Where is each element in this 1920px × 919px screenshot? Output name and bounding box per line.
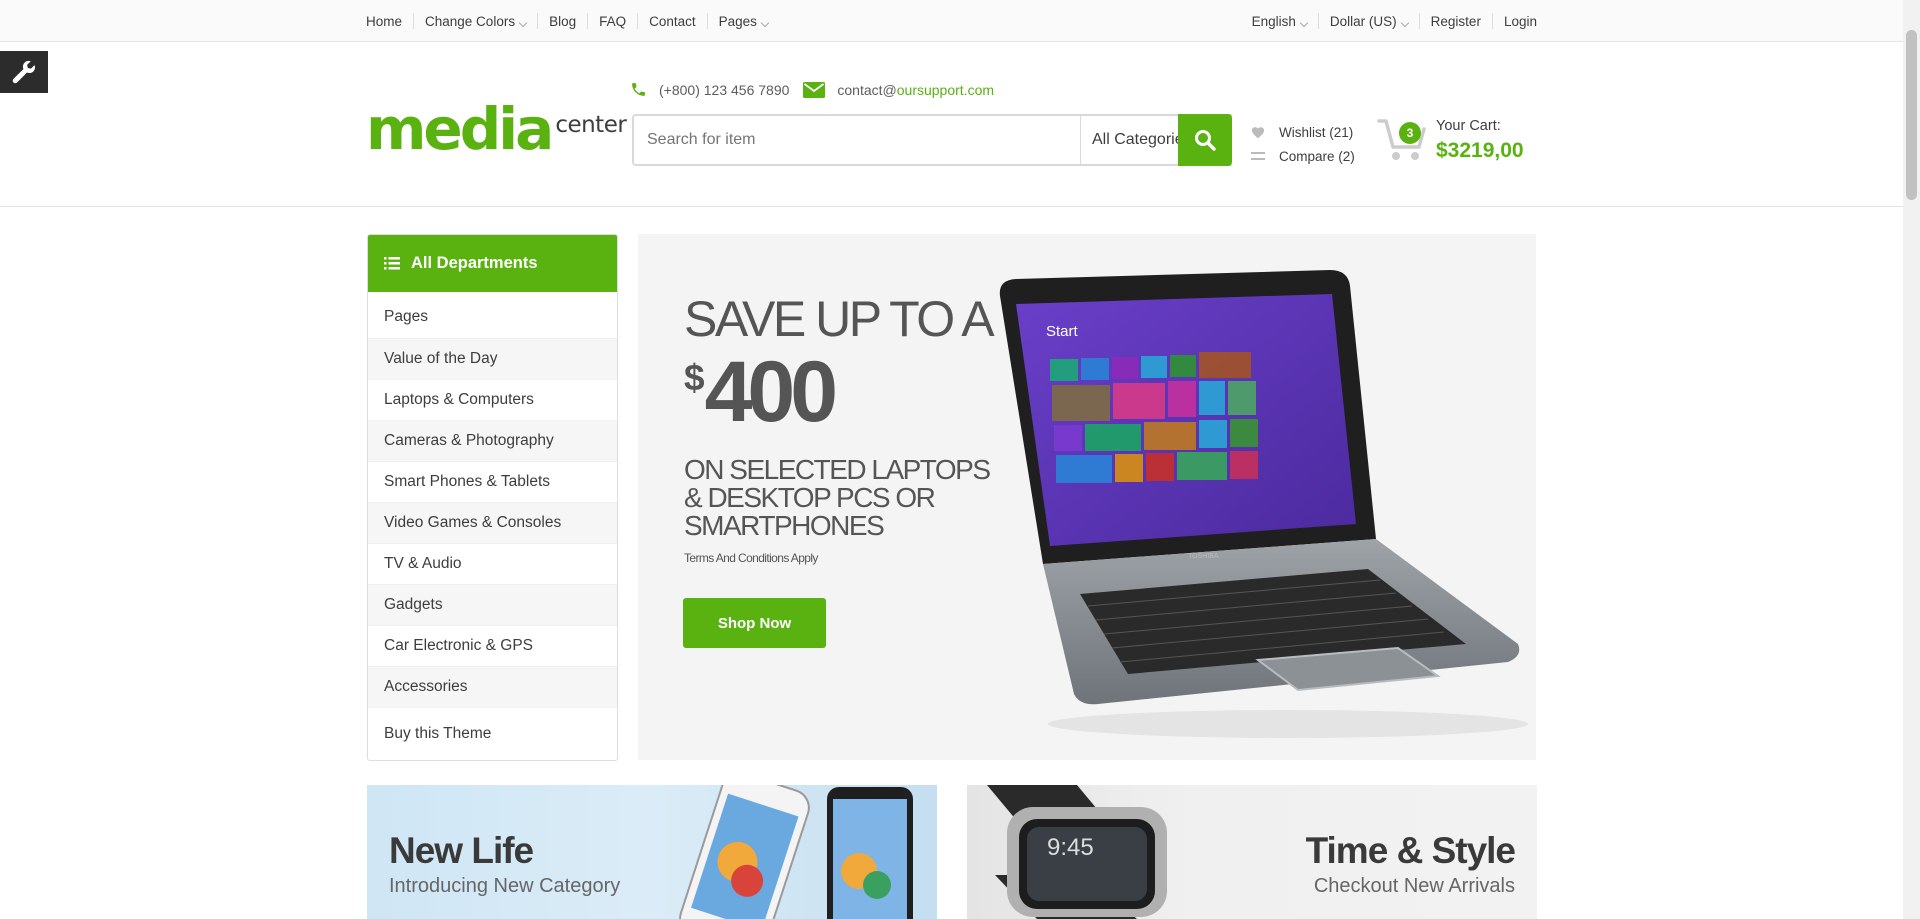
nav-faq-label: FAQ [599, 13, 627, 29]
top-nav: Home Change Colors Blog FAQ Contact Page… [366, 0, 779, 42]
cart-summary[interactable]: Your Cart: $3219,00 [1436, 118, 1524, 163]
list-icon [384, 257, 400, 270]
laptop-start-text: Start [1046, 323, 1079, 340]
dept-item-accessories[interactable]: Accessories [368, 667, 617, 708]
departments-list: Pages Value of the Day Laptops & Compute… [368, 292, 617, 759]
cart-total: $3219,00 [1436, 139, 1524, 162]
dept-item-smart-phones-tablets[interactable]: Smart Phones & Tablets [368, 462, 617, 503]
banner-time-style-title: Time & Style [1305, 830, 1516, 871]
wishlist-label: Wishlist (21) [1279, 124, 1354, 140]
cart-label: Your Cart: [1436, 118, 1501, 134]
site-logo[interactable]: media center [366, 95, 627, 163]
banner-new-life-subtitle: Introducing New Category [389, 875, 621, 897]
compare-link[interactable]: Compare (2) [1251, 144, 1355, 168]
nav-home-link[interactable]: Home [366, 13, 413, 29]
language-label: English [1251, 13, 1296, 29]
dept-item-buy-this-theme[interactable]: Buy this Theme [368, 708, 617, 759]
hero-price-currency: $ [684, 357, 705, 398]
search-category-label: All Categories [1092, 131, 1192, 148]
dept-item-laptops-computers[interactable]: Laptops & Computers [368, 380, 617, 421]
dept-item-video-games-consoles[interactable]: Video Games & Consoles [368, 503, 617, 544]
phone-number: (+800) 123 456 7890 [659, 81, 790, 98]
search-icon [1195, 130, 1216, 151]
laptop-brand-text: TOSHIBA [1188, 553, 1219, 560]
hero-price: $400 [684, 349, 838, 435]
login-link[interactable]: Login [1491, 13, 1537, 29]
departments-title: All Departments [411, 254, 538, 272]
hero-slider: SAVE UP TO A $400 ON SELECTED LAPTOPS & … [638, 234, 1536, 760]
cart-icon-button[interactable]: 3 [1377, 116, 1433, 166]
smartphones-image [679, 785, 913, 919]
departments-header[interactable]: All Departments [368, 235, 617, 292]
search-bar: All Categories [632, 114, 1232, 166]
cart-count-badge: 3 [1399, 122, 1421, 144]
search-button[interactable] [1178, 114, 1232, 166]
laptop-image: Start TOSHIBA [999, 270, 1528, 738]
nav-contact-link[interactable]: Contact [637, 13, 707, 29]
nav-faq-link[interactable]: FAQ [587, 13, 637, 29]
dept-item-gadgets[interactable]: Gadgets [368, 585, 617, 626]
currency-dropdown[interactable]: Dollar (US) [1317, 13, 1419, 29]
hero-subheadline: ON SELECTED LAPTOPS & DESKTOP PCS OR SMA… [684, 454, 991, 541]
top-bar: Home Change Colors Blog FAQ Contact Page… [0, 0, 1903, 42]
chevron-down-icon [518, 18, 528, 27]
chevron-down-icon [1299, 18, 1309, 27]
nav-blog-link[interactable]: Blog [537, 13, 587, 29]
departments-menu: All Departments Pages Value of the Day L… [367, 234, 618, 761]
register-label: Register [1430, 13, 1481, 29]
scrollbar-thumb[interactable] [1906, 30, 1917, 200]
dept-item-tv-audio[interactable]: TV & Audio [368, 544, 617, 585]
nav-change-colors-label: Change Colors [425, 13, 516, 29]
banner-time-style-subtitle: Checkout New Arrivals [1313, 875, 1515, 897]
banner-new-life-title: New Life [389, 830, 534, 871]
email-user: contact@ [837, 81, 897, 98]
hero-price-amount: 400 [704, 344, 838, 440]
logo-sub-text: center [555, 112, 627, 138]
contact-info: (+800) 123 456 7890 contact@oursupport.c… [630, 81, 1008, 98]
login-label: Login [1503, 13, 1537, 29]
banner-new-life[interactable]: New Life Introducing New Category [367, 785, 937, 919]
wishlist-compare: Wishlist (21) Compare (2) [1251, 120, 1355, 168]
banner-time-style[interactable]: 9:45 Time & Style Checkout New Arrivals [967, 785, 1537, 919]
chevron-down-icon [1400, 18, 1409, 27]
page-scrollbar[interactable] [1903, 0, 1920, 919]
chevron-down-icon [760, 18, 770, 27]
dept-item-cameras-photography[interactable]: Cameras & Photography [368, 421, 617, 462]
search-input[interactable] [634, 116, 1080, 164]
nav-blog-label: Blog [549, 13, 577, 29]
phone-icon [632, 83, 645, 96]
heart-icon [1251, 126, 1265, 138]
hero-terms: Terms And Conditions Apply [684, 551, 818, 565]
email-address: contact@oursupport.com [837, 82, 994, 98]
nav-contact-label: Contact [649, 13, 696, 29]
compare-label: Compare (2) [1279, 148, 1355, 164]
nav-home-label: Home [366, 13, 403, 29]
currency-label: Dollar (US) [1329, 13, 1397, 29]
phone-contact: (+800) 123 456 7890 [630, 81, 789, 98]
nav-pages-label: Pages [718, 13, 757, 29]
register-link[interactable]: Register [1418, 13, 1492, 29]
wishlist-link[interactable]: Wishlist (21) [1251, 120, 1355, 144]
top-right-nav: English Dollar (US) Register Login [1241, 0, 1537, 42]
dept-item-car-electronic-gps[interactable]: Car Electronic & GPS [368, 626, 617, 667]
smartwatch-image: 9:45 [987, 785, 1167, 919]
email-contact[interactable]: contact@oursupport.com [803, 81, 994, 98]
shop-now-button[interactable]: Shop Now [683, 598, 826, 648]
envelope-icon [803, 81, 826, 98]
nav-change-colors-dropdown[interactable]: Change Colors [413, 13, 537, 29]
dept-item-pages[interactable]: Pages [368, 292, 617, 339]
dept-item-value-of-the-day[interactable]: Value of the Day [368, 339, 617, 380]
nav-pages-dropdown[interactable]: Pages [706, 13, 779, 29]
svg-text:9:45: 9:45 [1047, 834, 1094, 861]
email-domain: oursupport.com [896, 81, 995, 98]
compare-icon [1251, 152, 1265, 160]
hero-headline: SAVE UP TO A [684, 291, 995, 347]
logo-main-text: media [366, 95, 554, 163]
language-dropdown[interactable]: English [1241, 13, 1318, 29]
